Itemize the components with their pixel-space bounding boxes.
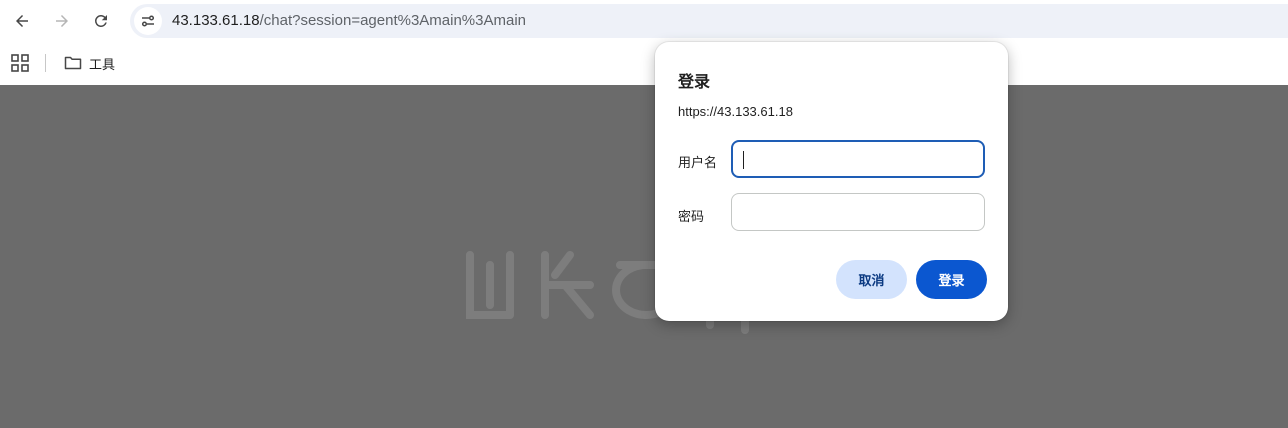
page-content-overlay bbox=[0, 85, 1288, 428]
bookmark-folder-label: 工具 bbox=[89, 56, 116, 72]
cancel-button[interactable]: 取消 bbox=[836, 260, 907, 299]
url-text[interactable]: 43.133.61.18/chat?session=agent%3Amain%3… bbox=[172, 4, 526, 38]
folder-icon bbox=[64, 56, 82, 70]
bookmark-folder[interactable]: 工具 bbox=[58, 48, 121, 78]
url-host: 43.133.61.18 bbox=[172, 12, 260, 29]
url-path: /chat?session=agent%3Amain%3Amain bbox=[259, 12, 527, 29]
dialog-title: 登录 bbox=[678, 74, 711, 91]
reload-button[interactable] bbox=[86, 6, 116, 36]
text-caret bbox=[743, 151, 744, 169]
address-bar[interactable]: 43.133.61.18/chat?session=agent%3Amain%3… bbox=[130, 4, 1288, 38]
reload-icon bbox=[94, 14, 107, 27]
site-info-button[interactable] bbox=[134, 7, 162, 35]
tune-icon bbox=[141, 15, 155, 27]
apps-grid-icon[interactable] bbox=[11, 54, 29, 72]
dialog-origin: https://43.133.61.18 bbox=[678, 104, 793, 119]
forward-button[interactable] bbox=[47, 6, 77, 36]
password-label: 密码 bbox=[678, 209, 705, 224]
bookmarks-bar: 工具 bbox=[0, 42, 1288, 85]
password-input[interactable] bbox=[731, 193, 985, 231]
username-input[interactable] bbox=[731, 140, 985, 178]
login-dialog: 登录 https://43.133.61.18 用户名 密码 取消 登录 bbox=[655, 42, 1008, 321]
back-button[interactable] bbox=[7, 6, 37, 36]
username-label: 用户名 bbox=[678, 155, 718, 170]
arrow-right-icon bbox=[56, 15, 68, 27]
bookmarks-divider bbox=[45, 54, 46, 72]
browser-toolbar: 43.133.61.18/chat?session=agent%3Amain%3… bbox=[0, 0, 1288, 42]
login-button[interactable]: 登录 bbox=[916, 260, 987, 299]
arrow-left-icon bbox=[16, 15, 28, 27]
